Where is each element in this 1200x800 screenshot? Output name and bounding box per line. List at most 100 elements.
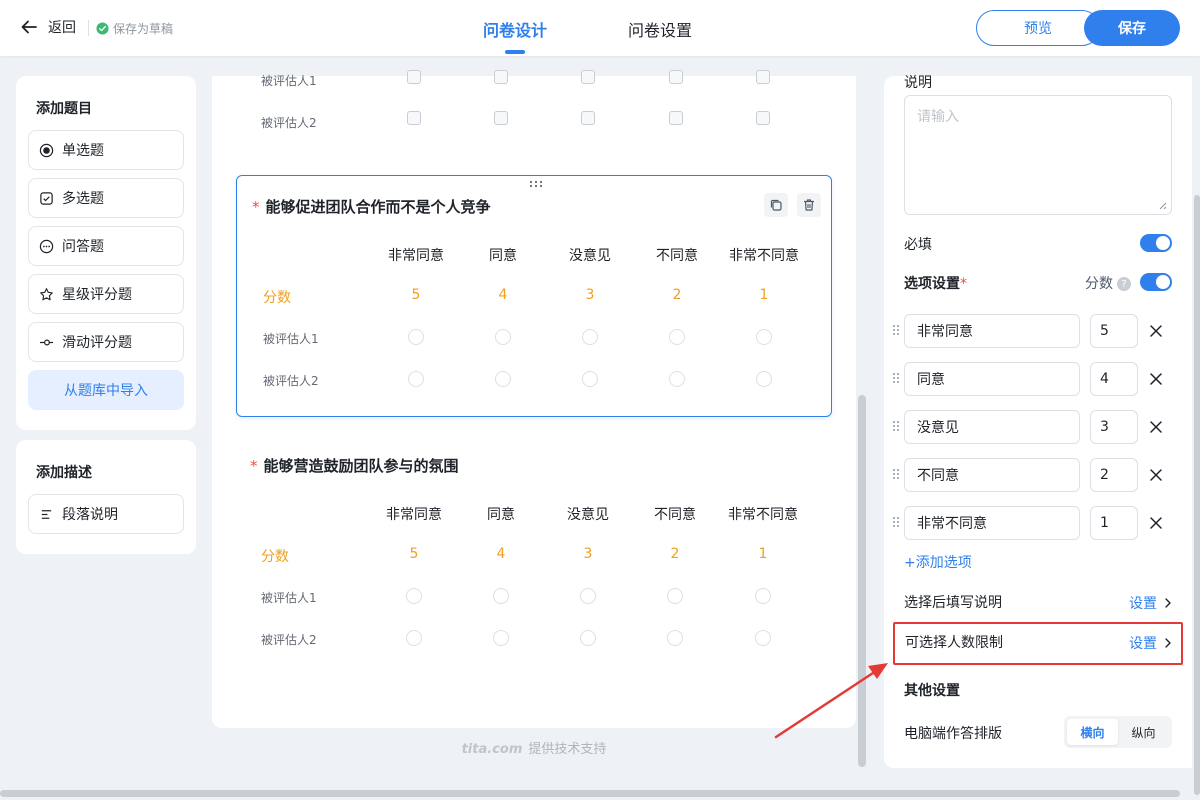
description-input[interactable]: 请输入 xyxy=(904,95,1172,215)
matrix-radio[interactable] xyxy=(756,371,772,387)
matrix-radio[interactable] xyxy=(667,588,683,604)
matrix-radio[interactable] xyxy=(755,588,771,604)
matrix-radio[interactable] xyxy=(669,371,685,387)
add-option-button[interactable]: +添加选项 xyxy=(904,552,972,572)
canvas-scrollbar[interactable] xyxy=(858,395,866,767)
layout-option-horizontal[interactable]: 横向 xyxy=(1067,719,1118,745)
score-value: 5 xyxy=(411,287,421,303)
matrix-radio[interactable] xyxy=(408,371,424,387)
matrix-radio[interactable] xyxy=(580,630,596,646)
column-header: 不同意 xyxy=(654,507,696,523)
matrix-radio[interactable] xyxy=(755,630,771,646)
question-title[interactable]: * 能够营造鼓励团队参与的氛围 xyxy=(250,455,459,476)
matrix-radio[interactable] xyxy=(406,588,422,604)
matrix-checkbox[interactable] xyxy=(669,70,683,84)
option-score-input[interactable]: 1 xyxy=(1090,506,1138,540)
option-label-input[interactable]: 非常不同意 xyxy=(904,506,1080,540)
matrix-radio[interactable] xyxy=(493,630,509,646)
import-from-bank-button[interactable]: 从题库中导入 xyxy=(28,370,184,410)
matrix-checkbox[interactable] xyxy=(581,70,595,84)
close-icon[interactable] xyxy=(1149,372,1163,386)
option-score-input[interactable]: 5 xyxy=(1090,314,1138,348)
help-icon[interactable]: ? xyxy=(1117,277,1131,291)
chevron-right-icon xyxy=(1165,598,1171,608)
matrix-checkbox[interactable] xyxy=(407,111,421,125)
matrix-radio[interactable] xyxy=(582,371,598,387)
column-header: 非常同意 xyxy=(388,248,444,264)
matrix-radio[interactable] xyxy=(582,329,598,345)
drag-handle-icon[interactable] xyxy=(892,324,900,336)
required-mark: * xyxy=(250,457,258,475)
selectable-count-limit-label: 可选择人数限制 xyxy=(905,635,1003,651)
option-score-input[interactable]: 4 xyxy=(1090,362,1138,396)
column-header: 没意见 xyxy=(569,248,611,264)
options-settings-label: 选项设置* xyxy=(904,273,967,293)
matrix-checkbox[interactable] xyxy=(756,111,770,125)
save-draft-status[interactable]: 保存为草稿 xyxy=(96,20,173,37)
score-toggle[interactable] xyxy=(1140,273,1172,291)
matrix-radio[interactable] xyxy=(580,588,596,604)
selectable-count-limit-settings-link[interactable]: 设置 xyxy=(1129,633,1173,653)
chevron-right-icon xyxy=(1165,638,1171,648)
chat-bubble-icon xyxy=(39,239,54,253)
desc-type-paragraph[interactable]: 段落说明 xyxy=(28,494,184,534)
option-label-input[interactable]: 没意见 xyxy=(904,410,1080,444)
matrix-radio[interactable] xyxy=(667,630,683,646)
question-type-star-rating[interactable]: 星级评分题 xyxy=(28,274,184,314)
option-score-input[interactable]: 2 xyxy=(1090,458,1138,492)
copy-question-button[interactable] xyxy=(764,193,788,217)
matrix-radio[interactable] xyxy=(495,371,511,387)
matrix-radio[interactable] xyxy=(669,329,685,345)
fill-after-select-settings-link[interactable]: 设置 xyxy=(1129,593,1173,613)
question-type-multiple-choice[interactable]: 多选题 xyxy=(28,178,184,218)
question-type-slider-rating[interactable]: 滑动评分题 xyxy=(28,322,184,362)
matrix-radio[interactable] xyxy=(406,630,422,646)
drag-handle-icon[interactable] xyxy=(892,468,900,480)
drag-handle-icon[interactable] xyxy=(892,420,900,432)
close-icon[interactable] xyxy=(1149,324,1163,338)
question-type-single-choice[interactable]: 单选题 xyxy=(28,130,184,170)
tab-survey-settings[interactable]: 问卷设置 xyxy=(628,17,692,41)
option-label-input[interactable]: 同意 xyxy=(904,362,1080,396)
delete-question-button[interactable] xyxy=(797,193,821,217)
horizontal-scrollbar[interactable] xyxy=(0,790,1180,797)
close-icon[interactable] xyxy=(1149,468,1163,482)
matrix-checkbox[interactable] xyxy=(581,111,595,125)
required-toggle[interactable] xyxy=(1140,234,1172,252)
settings-scrollbar[interactable] xyxy=(1194,195,1200,795)
resize-handle-icon[interactable] xyxy=(1157,200,1167,210)
layout-option-vertical[interactable]: 纵向 xyxy=(1118,719,1169,745)
matrix-checkbox[interactable] xyxy=(407,70,421,84)
option-label-input[interactable]: 非常同意 xyxy=(904,314,1080,348)
back-button[interactable]: 返回 xyxy=(20,17,76,37)
column-header: 没意见 xyxy=(567,507,609,523)
matrix-radio[interactable] xyxy=(495,329,511,345)
question-type-text-answer[interactable]: 问答题 xyxy=(28,226,184,266)
drag-handle-icon[interactable] xyxy=(892,372,900,384)
score-toggle-text: 分数 xyxy=(1085,276,1113,292)
drag-handle-icon[interactable] xyxy=(529,180,543,188)
matrix-checkbox[interactable] xyxy=(756,70,770,84)
matrix-radio[interactable] xyxy=(408,329,424,345)
tab-survey-design[interactable]: 问卷设计 xyxy=(483,17,547,41)
matrix-checkbox[interactable] xyxy=(669,111,683,125)
save-button[interactable]: 保存 xyxy=(1084,10,1180,46)
score-value: 3 xyxy=(583,546,593,562)
column-header: 同意 xyxy=(489,248,517,264)
matrix-checkbox[interactable] xyxy=(494,70,508,84)
matrix-radio[interactable] xyxy=(493,588,509,604)
option-label-input[interactable]: 不同意 xyxy=(904,458,1080,492)
close-icon[interactable] xyxy=(1149,420,1163,434)
add-description-title: 添加描述 xyxy=(36,465,92,481)
question-title: * 能够促进团队合作而不是个人竞争 xyxy=(252,196,491,217)
powered-by-text: 提供技术支持 xyxy=(528,742,607,757)
preview-button[interactable]: 预览 xyxy=(976,10,1100,46)
star-icon xyxy=(40,287,53,300)
option-score-input[interactable]: 3 xyxy=(1090,410,1138,444)
matrix-checkbox[interactable] xyxy=(494,111,508,125)
row-label: 被评估人2 xyxy=(261,633,317,647)
row-label: 被评估人2 xyxy=(263,374,319,388)
drag-handle-icon[interactable] xyxy=(892,516,900,528)
close-icon[interactable] xyxy=(1149,516,1163,530)
matrix-radio[interactable] xyxy=(756,329,772,345)
